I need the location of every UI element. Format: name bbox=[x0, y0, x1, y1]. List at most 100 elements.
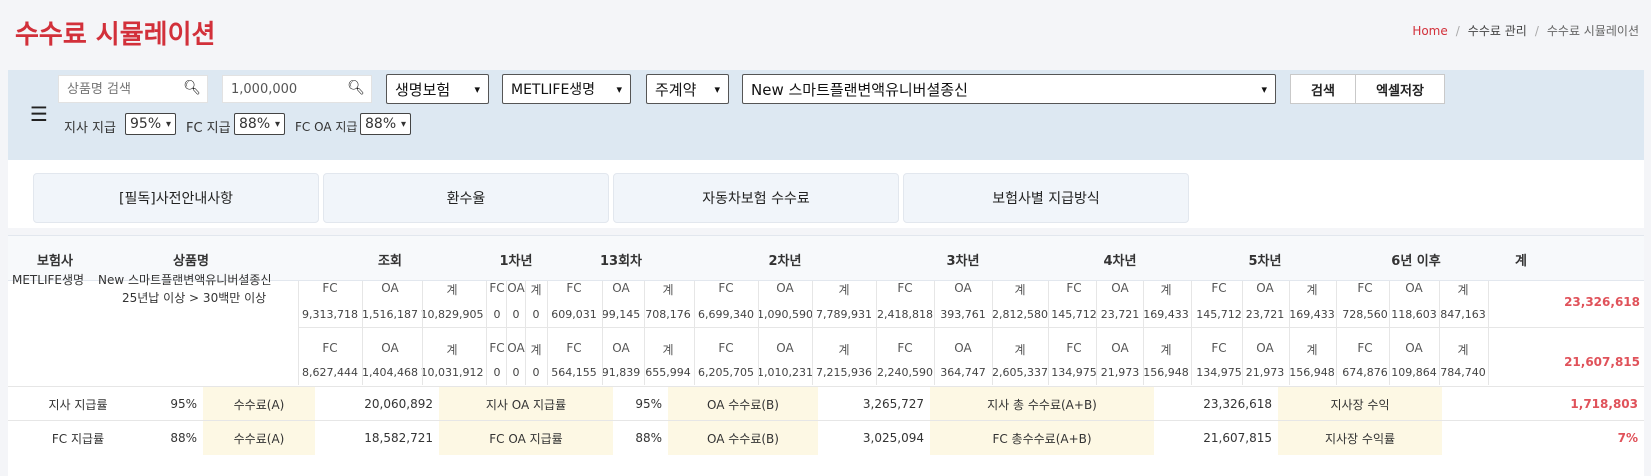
header-year5: 5차년 bbox=[1248, 254, 1282, 269]
chevron-down-icon: ▾ bbox=[165, 118, 171, 130]
table-cell: 118,603 bbox=[1391, 308, 1437, 321]
table-cell: 708,176 bbox=[645, 308, 691, 321]
branch-pay-select[interactable]: 95% ▾ bbox=[125, 113, 176, 135]
table-cell: 0 bbox=[532, 366, 540, 379]
sub-header-label: FC bbox=[718, 341, 734, 355]
sub-header-label: 계 bbox=[1160, 283, 1172, 297]
table-cell: 364,747 bbox=[940, 366, 986, 379]
header-13th: 13회차 bbox=[599, 254, 643, 269]
summary-label: FC OA 지급률 bbox=[439, 421, 613, 455]
table-cell: 564,155 bbox=[551, 366, 597, 379]
tab-auto-insurance[interactable]: 자동차보험 수수료 bbox=[613, 173, 899, 223]
sub-header-label: 계 bbox=[1457, 343, 1469, 357]
fc-oa-pay-select[interactable]: 88% ▾ bbox=[360, 113, 411, 135]
sub-header-label: FC bbox=[489, 341, 505, 355]
table-cell: 2,605,337 bbox=[992, 366, 1048, 379]
sub-header-label: FC bbox=[718, 281, 734, 295]
row-total: 23,326,618 bbox=[1564, 295, 1640, 309]
summary-row-branch: 지사 지급률 95% 수수료(A) 20,060,892 지사 OA 지급률 95% OA … bbox=[8, 386, 1644, 421]
sub-header-label: FC bbox=[566, 341, 582, 355]
breadcrumb-parent[interactable]: 수수료 관리 bbox=[1468, 24, 1527, 38]
table-cell: 0 bbox=[493, 308, 501, 321]
table-cell: 2,240,590 bbox=[877, 366, 933, 379]
excel-save-button[interactable]: 엑셀저장 bbox=[1355, 74, 1445, 104]
breadcrumb-home[interactable]: Home bbox=[1412, 24, 1447, 38]
grid-line bbox=[1389, 281, 1390, 385]
table-cell: 156,948 bbox=[1289, 366, 1335, 379]
table-cell: 8,627,444 bbox=[302, 366, 358, 379]
sub-header-label: FC bbox=[1066, 341, 1082, 355]
sub-header-label: OA bbox=[612, 341, 630, 355]
header-year3: 3차년 bbox=[946, 254, 980, 269]
grid-line bbox=[812, 281, 813, 385]
sub-header-label: FC bbox=[1211, 341, 1227, 355]
sub-header-label: 계 bbox=[530, 283, 542, 297]
grid-line bbox=[758, 281, 759, 385]
sub-header-label: OA bbox=[776, 341, 794, 355]
table-cell: 145,712 bbox=[1196, 308, 1242, 321]
summary-row-fc: FC 지급률 88% 수수료(A) 18,582,721 FC OA 지급률 88% OA … bbox=[8, 420, 1644, 455]
search-icon[interactable]: 🔍︎ bbox=[347, 80, 365, 96]
tab-refund-rate[interactable]: 환수율 bbox=[323, 173, 609, 223]
sub-header-label: OA bbox=[1111, 341, 1129, 355]
sub-header-label: 계 bbox=[1014, 283, 1026, 297]
chevron-down-icon: ▾ bbox=[1261, 82, 1267, 96]
table-cell: 21,973 bbox=[1100, 366, 1140, 379]
sub-header-label: FC bbox=[1357, 281, 1373, 295]
summary-value: 21,607,815 bbox=[1203, 431, 1272, 445]
table-cell: 847,163 bbox=[1440, 308, 1486, 321]
summary-label: 지사장 수익률 bbox=[1278, 421, 1442, 455]
contract-type-select[interactable]: 주계약 ▾ bbox=[646, 74, 729, 104]
table-cell: 784,740 bbox=[1440, 366, 1486, 379]
table-cell: 1,010,231 bbox=[757, 366, 813, 379]
fc-pay-label: FC 지급 bbox=[186, 121, 231, 136]
table-cell: 145,712 bbox=[1051, 308, 1097, 321]
sub-header-label: OA bbox=[381, 341, 399, 355]
summary-label: OA 수수료(B) bbox=[668, 387, 818, 421]
product-select[interactable]: New 스마트플랜변액유니버셜종신 ▾ bbox=[742, 74, 1276, 104]
sub-header-label: 계 bbox=[1306, 283, 1318, 297]
tab-payment-method[interactable]: 보험사별 지급방식 bbox=[903, 173, 1189, 223]
sub-header-label: OA bbox=[612, 281, 630, 295]
grid-line bbox=[1242, 281, 1243, 385]
sub-header-label: OA bbox=[1256, 341, 1274, 355]
table-cell: 0 bbox=[512, 308, 520, 321]
table-cell: 655,994 bbox=[645, 366, 691, 379]
company-select[interactable]: METLIFE생명 ▾ bbox=[502, 74, 631, 104]
sub-header-label: FC bbox=[322, 281, 338, 295]
summary-value: 20,060,892 bbox=[364, 397, 433, 411]
tab-notice[interactable]: [필독]사전안내사항 bbox=[33, 173, 319, 223]
header-product: 상품명 bbox=[173, 254, 209, 269]
grid-line bbox=[876, 281, 877, 385]
sub-header-label: OA bbox=[1111, 281, 1129, 295]
product-condition: 25년납 이상 > 30백만 이상 bbox=[122, 291, 267, 305]
summary-label: 수수료(A) bbox=[203, 421, 315, 455]
chevron-down-icon: ▾ bbox=[616, 82, 622, 96]
insurance-type-select[interactable]: 생명보험 ▾ bbox=[386, 74, 489, 104]
branch-pay-label: 지사 지급 bbox=[64, 121, 116, 136]
sub-header-label: OA bbox=[1256, 281, 1274, 295]
grid-line bbox=[694, 281, 695, 385]
fc-oa-pay-label: FC OA 지급 bbox=[295, 120, 358, 134]
search-button[interactable]: 검색 bbox=[1290, 74, 1356, 104]
table-cell: 169,433 bbox=[1289, 308, 1335, 321]
table-cell: 156,948 bbox=[1143, 366, 1189, 379]
sub-header-label: FC bbox=[897, 281, 913, 295]
table-cell: 0 bbox=[532, 308, 540, 321]
table-cell: 21,973 bbox=[1245, 366, 1285, 379]
table-cell: 7,789,931 bbox=[816, 308, 872, 321]
table-cell: 134,975 bbox=[1196, 366, 1242, 379]
sub-header-label: OA bbox=[507, 281, 525, 295]
table-cell: 6,205,705 bbox=[698, 366, 754, 379]
table-cell: 134,975 bbox=[1051, 366, 1097, 379]
table-cell: 6,699,340 bbox=[698, 308, 754, 321]
fc-pay-select[interactable]: 88% ▾ bbox=[234, 113, 285, 135]
grid-line bbox=[486, 281, 487, 385]
grid-line bbox=[1096, 281, 1097, 385]
menu-icon[interactable]: ☰ bbox=[30, 102, 48, 126]
table-cell: 609,031 bbox=[551, 308, 597, 321]
search-icon[interactable]: 🔍︎ bbox=[183, 80, 201, 96]
sub-header-label: 계 bbox=[1457, 283, 1469, 297]
header-year4: 4차년 bbox=[1103, 254, 1137, 269]
sub-header-label: FC bbox=[1357, 341, 1373, 355]
